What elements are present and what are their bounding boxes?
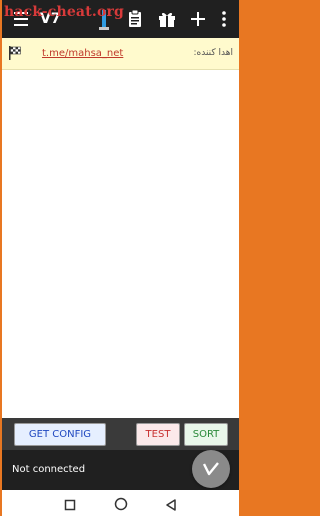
menu-icon-bar (14, 24, 28, 26)
back-icon (166, 499, 176, 511)
donor-banner: t.me/mahsa_net اهدا کننده: (2, 38, 239, 70)
more-vert-icon (222, 11, 226, 27)
home-icon (114, 497, 128, 511)
add-button[interactable] (188, 0, 208, 38)
more-button[interactable] (216, 0, 232, 38)
recents-button[interactable] (64, 496, 76, 515)
back-button[interactable] (165, 496, 177, 515)
gift-icon (159, 12, 175, 27)
system-nav-bar (2, 490, 239, 516)
clipboard-icon (129, 10, 141, 27)
sort-button[interactable]: SORT (184, 423, 228, 446)
connection-status: Not connected (12, 464, 86, 475)
get-config-button[interactable]: GET CONFIG (14, 423, 106, 446)
donor-label: اهدا کننده: (193, 48, 233, 58)
test-button[interactable]: TEST (136, 423, 180, 446)
v-logo-icon (203, 462, 219, 476)
action-bar: GET CONFIG TEST SORT (2, 418, 239, 450)
connect-fab[interactable] (192, 450, 230, 488)
checkered-flag-icon (9, 46, 21, 60)
recents-icon (64, 499, 76, 511)
gift-button[interactable] (156, 0, 178, 38)
watermark-text: hack-cheat.org (4, 4, 125, 20)
app-window: V7 t.me/mahsa_net اهدا کننده: GET CONFIG… (2, 0, 239, 516)
telegram-link[interactable]: t.me/mahsa_net (42, 48, 123, 59)
clipboard-button[interactable] (124, 0, 146, 38)
home-button[interactable] (114, 496, 128, 515)
add-icon (191, 12, 205, 26)
config-list (2, 71, 239, 418)
